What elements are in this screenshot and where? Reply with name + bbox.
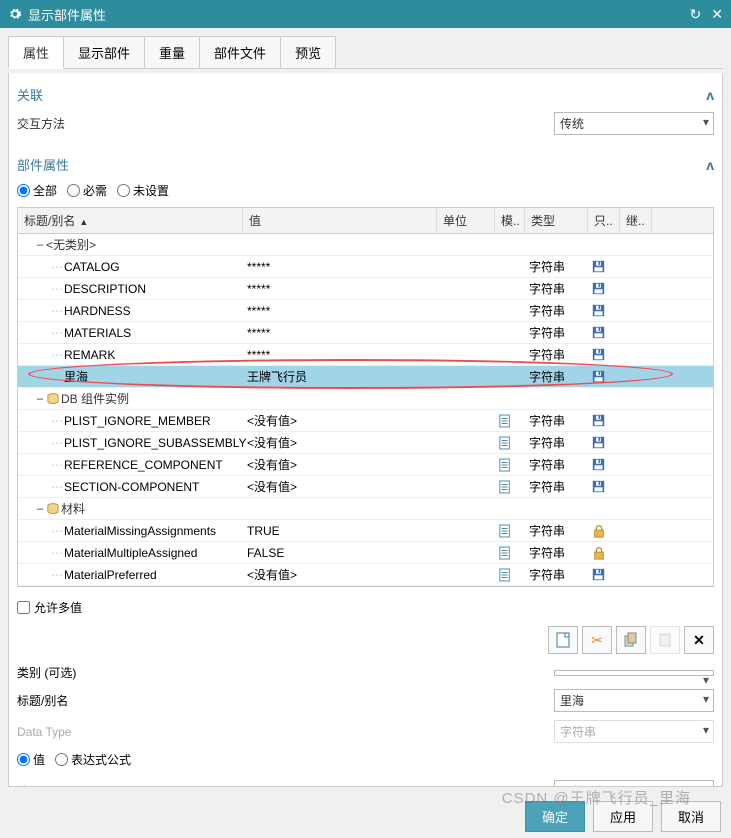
titlebar: 显示部件属性 ↻ ✕ xyxy=(0,0,731,28)
col-readonly[interactable]: 只.. xyxy=(588,208,620,233)
expand-icon[interactable]: − xyxy=(35,238,45,252)
col-value[interactable]: 值 xyxy=(243,208,437,233)
allow-multi-label: 允许多值 xyxy=(34,599,82,616)
paste-button[interactable] xyxy=(650,626,680,654)
new-button[interactable] xyxy=(548,626,578,654)
col-inherit[interactable]: 继.. xyxy=(620,208,652,233)
tab-part-file[interactable]: 部件文件 xyxy=(199,36,281,68)
table-row[interactable]: ⋯ MaterialPreferred<没有值>字符串 xyxy=(18,564,713,586)
tab-properties[interactable]: 属性 xyxy=(8,36,64,69)
table-row[interactable]: ⋯ MATERIALS*****字符串 xyxy=(18,322,713,344)
grid-group[interactable]: − DB 组件实例 xyxy=(18,388,713,410)
table-row[interactable]: ⋯ PLIST_IGNORE_MEMBER<没有值>字符串 xyxy=(18,410,713,432)
table-row[interactable]: ⋯ DESCRIPTION*****字符串 xyxy=(18,278,713,300)
copy-button[interactable] xyxy=(616,626,646,654)
table-row[interactable]: ⋯ REMARK*****字符串 xyxy=(18,344,713,366)
allow-multi-checkbox[interactable] xyxy=(17,601,30,614)
gear-icon xyxy=(8,7,22,21)
close-icon[interactable]: ✕ xyxy=(711,6,723,23)
value-label: 值 xyxy=(17,783,137,787)
tab-preview[interactable]: 预览 xyxy=(280,36,336,68)
expand-icon[interactable]: − xyxy=(35,502,45,516)
tab-display-part[interactable]: 显示部件 xyxy=(63,36,145,68)
interaction-method-select[interactable]: 传统 xyxy=(554,112,714,135)
tab-bar: 属性 显示部件 重量 部件文件 预览 xyxy=(8,36,723,69)
col-unit[interactable]: 单位 xyxy=(437,208,495,233)
table-row[interactable]: ⋯ MaterialMissingAssignmentsTRUE字符串 xyxy=(18,520,713,542)
category-label: 类别 (可选) xyxy=(17,664,137,681)
datatype-select: 字符串 xyxy=(554,720,714,743)
value-input[interactable]: 王牌飞行员 xyxy=(554,780,714,787)
title-alias-label: 标题/别名 xyxy=(17,692,137,709)
col-type[interactable]: 类型 xyxy=(525,208,588,233)
section-part-props[interactable]: 部件属性 ʌ xyxy=(17,155,714,174)
radio-unset[interactable]: 未设置 xyxy=(117,182,169,199)
section-assoc[interactable]: 关联 ʌ xyxy=(17,85,714,104)
toolbar: ✂ ✕ xyxy=(17,626,714,654)
property-grid: 标题/别名▲ 值 单位 模.. 类型 只.. 继.. − <无类别>⋯ CATA… xyxy=(17,207,714,587)
radio-value[interactable]: 值 xyxy=(17,751,45,768)
filter-radios: 全部 必需 未设置 xyxy=(17,182,714,199)
apply-button[interactable]: 应用 xyxy=(593,801,653,832)
radio-required[interactable]: 必需 xyxy=(67,182,107,199)
col-mode[interactable]: 模.. xyxy=(495,208,525,233)
cancel-button[interactable]: 取消 xyxy=(661,801,721,832)
tab-weight[interactable]: 重量 xyxy=(144,36,200,68)
interaction-method-label: 交互方法 xyxy=(17,115,107,132)
radio-all[interactable]: 全部 xyxy=(17,182,57,199)
table-row[interactable]: ⋯ 里海王牌飞行员字符串 xyxy=(18,366,713,388)
radio-expression[interactable]: 表达式公式 xyxy=(55,751,131,768)
cut-button[interactable]: ✂ xyxy=(582,626,612,654)
title-alias-select[interactable]: 里海 xyxy=(554,689,714,712)
col-title[interactable]: 标题/别名▲ xyxy=(18,208,243,233)
table-row[interactable]: ⋯ CATALOG*****字符串 xyxy=(18,256,713,278)
window-title: 显示部件属性 xyxy=(28,5,106,24)
chevron-up-icon: ʌ xyxy=(706,87,714,103)
expand-icon[interactable]: − xyxy=(35,392,45,406)
datatype-label: Data Type xyxy=(17,725,137,739)
dialog-footer: 确定 应用 取消 xyxy=(0,795,731,838)
ok-button[interactable]: 确定 xyxy=(525,801,585,832)
grid-group[interactable]: − <无类别> xyxy=(18,234,713,256)
chevron-up-icon: ʌ xyxy=(706,157,714,173)
table-row[interactable]: ⋯ REFERENCE_COMPONENT<没有值>字符串 xyxy=(18,454,713,476)
table-row[interactable]: ⋯ PLIST_IGNORE_SUBASSEMBLY<没有值>字符串 xyxy=(18,432,713,454)
grid-group[interactable]: − 材料 xyxy=(18,498,713,520)
table-row[interactable]: ⋯ HARDNESS*****字符串 xyxy=(18,300,713,322)
grid-header: 标题/别名▲ 值 单位 模.. 类型 只.. 继.. xyxy=(18,208,713,234)
table-row[interactable]: ⋯ MaterialMultipleAssignedFALSE字符串 xyxy=(18,542,713,564)
delete-button[interactable]: ✕ xyxy=(684,626,714,654)
reset-icon[interactable]: ↻ xyxy=(690,6,702,23)
table-row[interactable]: ⋯ SECTION-COMPONENT<没有值>字符串 xyxy=(18,476,713,498)
category-select[interactable] xyxy=(554,670,714,676)
